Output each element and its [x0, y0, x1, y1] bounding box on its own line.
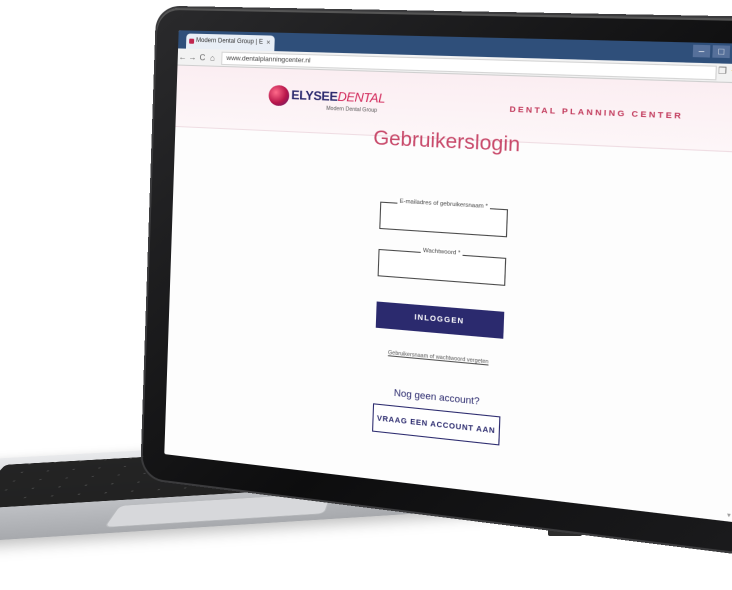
- logo-brand-b: DENTAL: [337, 89, 385, 105]
- toolbar-right: ❐ ★ ≡: [718, 66, 732, 77]
- reload-icon[interactable]: C: [197, 53, 207, 62]
- home-icon[interactable]: ⌂: [207, 53, 217, 62]
- login-button[interactable]: INLOGGEN: [376, 301, 505, 338]
- page-icon[interactable]: ❐: [718, 66, 727, 76]
- maximize-button[interactable]: □: [712, 45, 730, 58]
- minimize-button[interactable]: –: [693, 45, 711, 58]
- tab-close-icon[interactable]: ×: [266, 35, 271, 51]
- logo-brand-a: ELYSEE: [291, 88, 338, 104]
- tab-title: Modern Dental Group | E: [196, 38, 263, 46]
- logo-mark-icon: [268, 85, 289, 106]
- scroll-down-icon[interactable]: ▼: [726, 512, 732, 519]
- laptop-lid: Modern Dental Group | E × – □ × ← → C ⌂ …: [142, 8, 732, 555]
- email-label: E-mailadres of gebruikersnaam *: [397, 198, 490, 210]
- email-field[interactable]: E-mailadres of gebruikersnaam *: [379, 202, 508, 238]
- forward-icon[interactable]: →: [187, 52, 197, 61]
- logo-wordmark: ELYSEEDENTAL: [291, 88, 385, 106]
- laptop-scene: Modern Dental Group | E × – □ × ← → C ⌂ …: [0, 0, 732, 590]
- back-icon[interactable]: ←: [178, 52, 188, 61]
- request-account-button[interactable]: VRAAG EEN ACCOUNT AAN: [372, 403, 500, 445]
- password-label: Wachtwoord *: [421, 248, 463, 257]
- header-title: DENTAL PLANNING CENTER: [509, 104, 683, 121]
- favicon-icon: [189, 39, 194, 44]
- elysee-dental-logo[interactable]: ELYSEEDENTAL Modern Dental Group: [268, 83, 384, 121]
- logo-subtitle: Modern Dental Group: [326, 106, 377, 114]
- laptop-screen: Modern Dental Group | E × – □ × ← → C ⌂ …: [164, 30, 732, 522]
- password-field[interactable]: Wachtwoord *: [378, 249, 507, 286]
- window-controls: – □ ×: [693, 45, 732, 59]
